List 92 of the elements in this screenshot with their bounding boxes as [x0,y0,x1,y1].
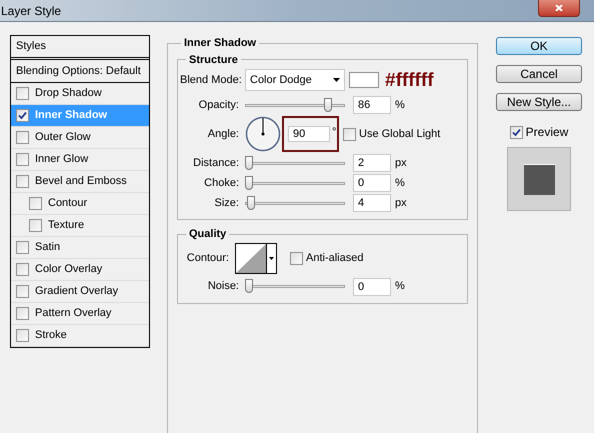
dropdown-arrow-icon [269,257,274,260]
style-list-item[interactable]: Outer Glow [11,127,149,149]
field-label: Size: [214,196,240,211]
checkbox[interactable] [16,329,29,342]
style-list-item[interactable]: Stroke [11,325,149,347]
style-label: Gradient Overlay [35,284,118,300]
slider-thumb[interactable] [245,156,253,170]
value-field[interactable]: 90 [288,126,330,142]
field-label: Angle: [206,126,240,142]
style-label: Drop Shadow [35,86,102,102]
window-title: Layer Style [0,2,62,20]
slider-track[interactable] [245,196,345,210]
style-list-item[interactable]: Color Overlay [11,259,149,281]
checkbox[interactable] [16,109,29,122]
blend-mode-dropdown[interactable]: Color Dodge [245,69,345,91]
field-label: Contour: [186,251,230,266]
unit-label: ° [332,125,336,140]
preview-square [524,164,554,194]
style-list-item[interactable]: Contour [11,193,149,215]
checkbox[interactable] [343,128,356,140]
close-button[interactable] [538,0,580,16]
slider-track[interactable] [245,279,345,294]
style-label: Outer Glow [35,130,91,146]
contour-picker[interactable] [235,243,277,274]
checkbox[interactable] [16,285,29,298]
slider-track[interactable] [245,98,345,112]
dialog-button[interactable]: OK [496,37,582,55]
style-label: Inner Shadow [35,108,108,124]
field-label: Noise: [206,279,240,294]
styles-header[interactable]: Styles [11,36,149,60]
value-field[interactable]: 86 [353,96,391,114]
unit-label: px [395,156,407,171]
checkbox[interactable] [29,197,42,210]
checkbox[interactable] [16,131,29,144]
field-label: Blend Mode: [180,72,243,88]
contour-curve-icon [236,244,266,273]
unit-label: % [395,279,405,294]
checkbox-label: Use Global Light [359,126,440,142]
slider-thumb[interactable] [245,279,253,293]
checkmark-icon [512,128,521,136]
slider-thumb[interactable] [245,176,253,190]
value-field[interactable]: 4 [353,194,391,212]
checkbox[interactable] [16,263,29,276]
close-icon [555,4,563,10]
value-field[interactable]: 2 [353,154,391,172]
value-field[interactable]: 0 [353,174,391,192]
checkbox[interactable] [29,219,42,232]
style-label: Texture [48,218,84,234]
style-label: Stroke [35,328,67,344]
style-list-item[interactable]: Texture [11,215,149,237]
checkbox[interactable] [290,252,303,265]
group-title: Quality [188,227,228,242]
style-list-item[interactable]: Gradient Overlay [11,281,149,303]
style-label: Bevel and Emboss [35,174,127,190]
group-title: Structure [188,52,239,68]
style-list-item[interactable]: Inner Glow [11,149,149,171]
style-label: Satin [35,240,60,256]
angle-dial-icon [245,116,281,152]
style-label: Inner Glow [35,152,88,168]
style-list-item[interactable]: Satin [11,237,149,259]
slider-track[interactable] [245,176,345,190]
blending-options-item[interactable]: Blending Options: Default [11,60,149,83]
unit-label: % [395,176,405,191]
style-label: Color Overlay [35,262,102,278]
slider-thumb[interactable] [324,98,332,112]
checkbox[interactable] [510,126,523,138]
checkmark-icon [18,111,27,120]
slider-track[interactable] [245,156,345,170]
style-label: Pattern Overlay [35,306,112,322]
unit-label: px [395,196,407,211]
field-label: Opacity: [198,98,240,113]
value-field[interactable]: 0 [353,278,391,296]
dialog-button[interactable]: Cancel [496,65,582,83]
checkbox[interactable] [16,153,29,166]
color-annotation: #ffffff [385,70,434,90]
group-title: Inner Shadow [183,36,258,51]
checkbox-label: Preview [526,124,568,141]
checkbox[interactable] [16,87,29,100]
unit-label: % [395,98,405,113]
field-label: Distance: [192,156,240,171]
style-list-item[interactable]: Pattern Overlay [11,303,149,325]
checkbox[interactable] [16,175,29,188]
color-swatch[interactable] [349,72,379,88]
dialog-button[interactable]: New Style... [496,93,582,111]
checkbox[interactable] [16,307,29,320]
dropdown-arrow-icon [333,78,340,82]
checkbox-label: Anti-aliased [306,251,364,266]
style-label: Contour [48,196,88,212]
slider-thumb[interactable] [246,196,255,210]
checkbox[interactable] [16,241,29,254]
field-label: Choke: [203,176,240,191]
style-list-item[interactable]: Bevel and Emboss [11,171,149,193]
